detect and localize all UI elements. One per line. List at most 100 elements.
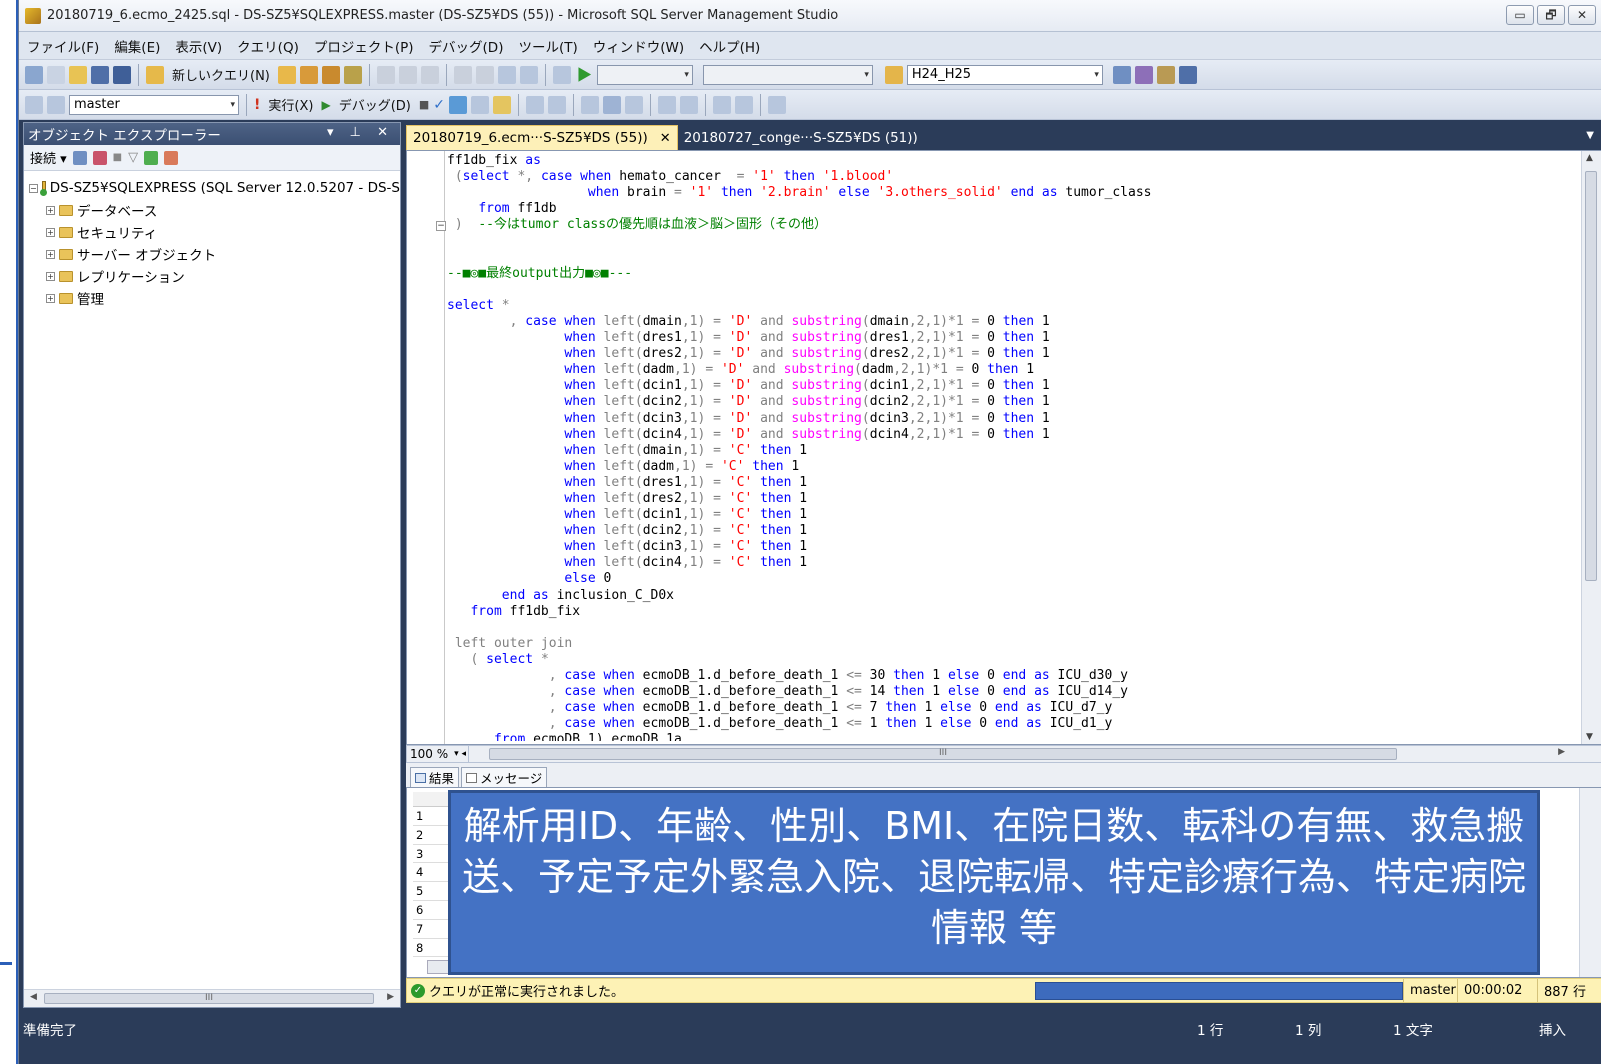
results-file-icon[interactable]	[624, 95, 643, 114]
results-vscrollbar[interactable]	[1579, 788, 1601, 977]
new-project-icon[interactable]	[25, 65, 43, 84]
scroll-up-icon[interactable]: ▲	[1586, 153, 1593, 163]
restore-button[interactable]: 🗗	[1537, 5, 1565, 25]
code-line[interactable]: ( select *	[447, 652, 1557, 668]
code-line[interactable]: from ecmoDB_1) ecmoDB_1a	[447, 732, 1557, 741]
solution-platform-combo[interactable]: ▾	[596, 64, 693, 85]
tree-node-replication[interactable]: + レプリケーション	[24, 265, 400, 287]
code-line[interactable]: when left(dmain,1) = 'C' then 1	[447, 443, 1557, 459]
sql-editor[interactable]: − ff1db_fix as (select *, case when hema…	[406, 150, 1601, 745]
code-line[interactable]: when brain = '1' then '2.brain' else '3.…	[447, 185, 1557, 201]
cancel-query-icon[interactable]: ■	[419, 98, 429, 111]
expand-icon[interactable]: +	[46, 271, 55, 281]
code-line[interactable]: when left(dadm,1) = 'D' and substring(da…	[447, 362, 1557, 378]
cut-icon[interactable]	[376, 65, 395, 84]
screen-icon[interactable]	[552, 65, 571, 84]
row-number[interactable]: 6	[413, 901, 449, 920]
uncomment-icon[interactable]	[679, 95, 698, 114]
query-designer-icon[interactable]	[470, 95, 489, 114]
code-line[interactable]: when left(dcin3,1) = 'C' then 1	[447, 539, 1557, 555]
menu-view[interactable]: 表示(V)	[175, 36, 222, 56]
save-icon[interactable]	[91, 65, 109, 84]
code-line[interactable]: when left(dres2,1) = 'C' then 1	[447, 491, 1557, 507]
include-plan-icon[interactable]	[525, 95, 544, 114]
scroll-thumb[interactable]	[1585, 171, 1597, 581]
close-button[interactable]: ✕	[1568, 5, 1596, 25]
scroll-left-icon[interactable]: ◀	[30, 992, 37, 1002]
code-line[interactable]: when left(dcin3,1) = 'D' and substring(d…	[447, 411, 1557, 427]
expand-icon[interactable]: +	[46, 249, 55, 259]
row-number[interactable]: 4	[413, 863, 449, 883]
minimize-button[interactable]: ▭	[1506, 5, 1534, 25]
properties-icon[interactable]	[1134, 65, 1153, 84]
mdx-query-icon[interactable]	[321, 65, 340, 84]
disconnect-icon[interactable]	[92, 150, 107, 165]
menu-debug[interactable]: デバッグ(D)	[429, 36, 504, 56]
code-line[interactable]: from ff1db	[447, 201, 1557, 217]
tab-list-dropdown-icon[interactable]: ▼	[1586, 130, 1594, 141]
outline-collapse-icon[interactable]: −	[436, 221, 446, 231]
specify-values-icon[interactable]	[767, 95, 786, 114]
results-text-icon[interactable]	[580, 95, 599, 114]
results-tab[interactable]: 結果	[410, 767, 460, 787]
undo-icon[interactable]	[453, 65, 472, 84]
menu-edit[interactable]: 編集(E)	[114, 36, 160, 56]
expand-icon[interactable]: +	[46, 293, 55, 303]
client-stats-icon[interactable]	[547, 95, 566, 114]
menu-file[interactable]: ファイル(F)	[27, 36, 99, 56]
code-line[interactable]: when left(dres1,1) = 'C' then 1	[447, 475, 1557, 491]
new-query-button[interactable]: 新しいクエリ(N)	[172, 65, 270, 84]
code-line[interactable]: when left(dres1,1) = 'D' and substring(d…	[447, 330, 1557, 346]
row-number[interactable]: 1	[413, 807, 449, 826]
code-line[interactable]: when left(dres2,1) = 'D' and substring(d…	[447, 346, 1557, 362]
refresh-icon[interactable]	[144, 150, 159, 165]
sql-code[interactable]: ff1db_fix as (select *, case when hemato…	[447, 153, 1557, 741]
connect-dropdown[interactable]: 接続 ▾	[30, 148, 67, 167]
toolbox-icon[interactable]	[1156, 65, 1175, 84]
code-line[interactable]: select *	[447, 298, 1557, 314]
display-plan-icon[interactable]	[448, 95, 467, 114]
code-line[interactable]: from ff1db_fix	[447, 604, 1557, 620]
menu-help[interactable]: ヘルプ(H)	[699, 36, 760, 56]
code-line[interactable]: end as inclusion_C_D0x	[447, 588, 1557, 604]
results-to-icon[interactable]	[492, 95, 511, 114]
copy-icon[interactable]	[398, 65, 417, 84]
row-number[interactable]: 2	[413, 826, 449, 845]
find-icon[interactable]	[519, 65, 538, 84]
row-number[interactable]: 8	[413, 939, 449, 958]
code-line[interactable]: , case when ecmoDB_1.d_before_death_1 <=…	[447, 684, 1557, 700]
code-line[interactable]: , case when ecmoDB_1.d_before_death_1 <=…	[447, 668, 1557, 684]
code-line[interactable]: when left(dadm,1) = 'C' then 1	[447, 459, 1557, 475]
tree-node-server-objects[interactable]: + サーバー オブジェクト	[24, 243, 400, 265]
solution-configuration-combo[interactable]: H24_H25 ▾	[906, 64, 1103, 85]
scroll-down-icon[interactable]: ▼	[1586, 732, 1593, 742]
expand-icon[interactable]: +	[46, 205, 55, 215]
code-line[interactable]	[447, 282, 1557, 298]
menu-tools[interactable]: ツール(T)	[518, 36, 577, 56]
activity-monitor-icon[interactable]	[164, 150, 179, 165]
code-line[interactable]: (select *, case when hemato_cancer = '1'…	[447, 169, 1557, 185]
increase-indent-icon[interactable]	[734, 95, 753, 114]
menu-window[interactable]: ウィンドウ(W)	[593, 36, 684, 56]
open-file-icon[interactable]	[69, 65, 87, 84]
code-line[interactable]: when left(dcin1,1) = 'D' and substring(d…	[447, 378, 1557, 394]
zoom-combo[interactable]: 100 % ▾ ◂	[407, 746, 469, 762]
code-line[interactable]	[447, 620, 1557, 636]
expand-icon[interactable]: +	[46, 227, 55, 237]
editor-vscrollbar[interactable]: ▲ ▼	[1581, 151, 1601, 744]
solution-explorer-icon[interactable]	[1112, 65, 1131, 84]
code-line[interactable]: when left(dcin2,1) = 'D' and substring(d…	[447, 394, 1557, 410]
code-line[interactable]: when left(dcin4,1) = 'D' and substring(d…	[447, 427, 1557, 443]
menu-query[interactable]: クエリ(Q)	[237, 36, 299, 56]
row-number[interactable]: 5	[413, 882, 449, 901]
decrease-indent-icon[interactable]	[712, 95, 731, 114]
code-line[interactable]: ff1db_fix as	[447, 153, 1557, 169]
code-line[interactable]	[447, 233, 1557, 249]
collapse-icon[interactable]: −	[29, 183, 38, 193]
comment-icon[interactable]	[657, 95, 676, 114]
panel-controls[interactable]: ▾ ⊥ ✕	[327, 125, 394, 140]
close-tab-icon[interactable]: ✕	[660, 131, 671, 146]
navigate-icon[interactable]	[497, 65, 516, 84]
execute-icon[interactable]: !	[254, 97, 260, 113]
redo-icon[interactable]	[475, 65, 494, 84]
